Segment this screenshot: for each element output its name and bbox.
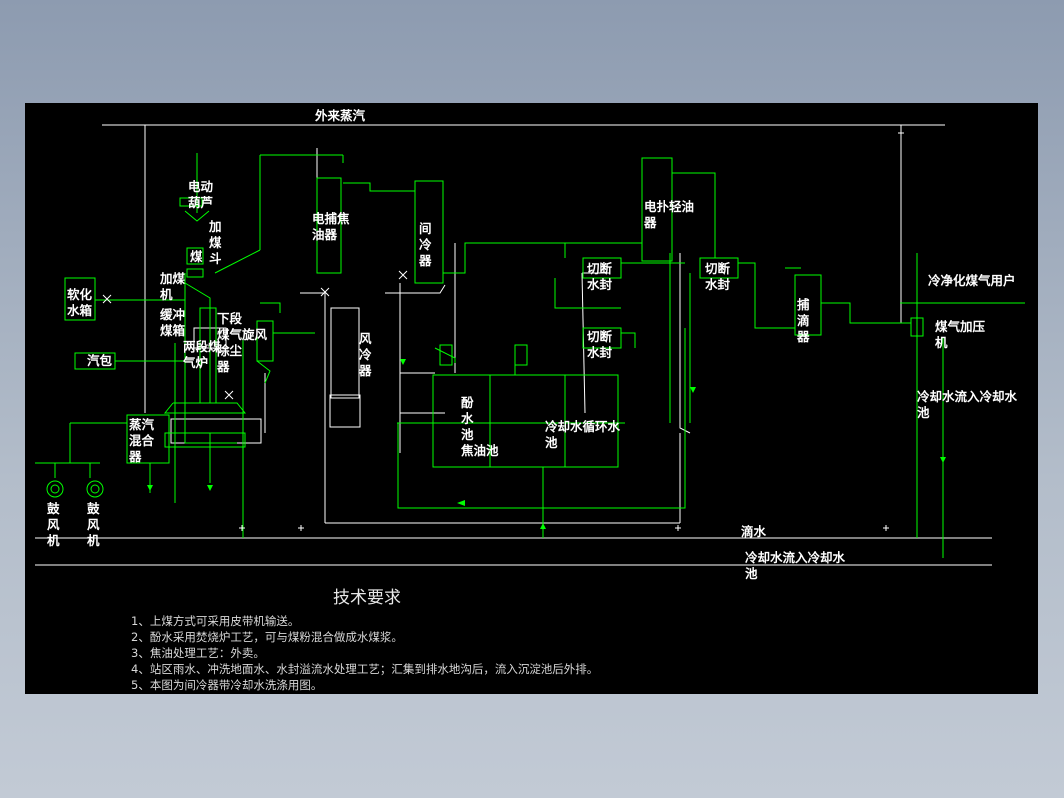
steam-mixer-label: 蒸汽 混合 器 <box>129 417 155 464</box>
coal-label: 煤 <box>190 249 203 264</box>
gas-booster-label: 煤气加压 机 <box>935 319 986 350</box>
white-pipes <box>35 124 992 566</box>
cutoff-seal-2-label: 切断 水封 <box>705 261 731 292</box>
requirements-title: 技术要求 <box>333 588 401 608</box>
esp-light-oil-label: 电扑轻油 器 <box>644 199 695 230</box>
steam-drum-label: 汽包 <box>87 353 113 368</box>
buffer-bin-label: 缓冲 煤箱 <box>160 307 186 338</box>
phenol-water-label: 酚 水 池 <box>461 395 474 442</box>
lower-cyclone-label: 下段 煤气旋风 除尘 器 <box>217 311 268 374</box>
two-stage-gasifier-label: 两段煤 气炉 <box>183 339 221 370</box>
blower-1-label: 鼓 风 机 <box>47 501 60 548</box>
cutoff-seal-1-label: 切断 水封 <box>587 261 613 292</box>
electric-hoist-label: 电动 葫芦 <box>188 179 214 210</box>
requirement-item: 4、站区雨水、冲洗地面水、水封溢流水处理工艺；汇集到排水地沟后，流入沉淀池后外排… <box>131 662 599 676</box>
esp-tar-label: 电捕焦 油器 <box>312 211 350 242</box>
cooling-pool-label: 冷却水循环水 池 <box>545 419 621 450</box>
cw-return-right-label: 冷却水流入冷却水 池 <box>917 389 1018 420</box>
soft-water-tank-label: 软化 水箱 <box>67 287 93 318</box>
indirect-cooler-label: 间 冷 器 <box>419 221 432 268</box>
external-steam-label: 外来蒸汽 <box>315 108 366 123</box>
diagram-lines <box>35 124 1025 566</box>
requirement-item: 1、上煤方式可采用皮带机输送。 <box>131 614 300 628</box>
clean-gas-user-label: 冷净化煤气用户 <box>928 273 1016 288</box>
cw-return-bottom-label: 冷却水流入冷却水 池 <box>745 550 846 581</box>
requirement-item: 5、本图为间冷器带冷却水洗涤用图。 <box>131 678 323 692</box>
blower-2-label: 鼓 风 机 <box>87 501 100 548</box>
requirement-item: 3、焦油处理工艺：外卖。 <box>131 646 265 660</box>
requirement-item: 2、酚水采用焚烧炉工艺，可与煤粉混合做成水煤浆。 <box>131 630 403 644</box>
mist-catcher-label: 捕 滴 器 <box>797 297 810 344</box>
drain-water-label: 滴水 <box>741 524 767 539</box>
coal-hopper-label: 加 煤 斗 <box>209 219 222 266</box>
tar-tank-label: 焦油池 <box>461 443 499 458</box>
feeder-label: 加煤 机 <box>160 271 186 302</box>
air-cooler-label: 风 冷 器 <box>359 331 372 378</box>
cutoff-seal-3-label: 切断 水封 <box>587 329 613 360</box>
process-flow-diagram: 外来蒸汽 电动 葫芦 加 煤 斗 煤 加煤 机 缓冲 煤箱 两段煤 气炉 下段 … <box>25 103 1038 694</box>
